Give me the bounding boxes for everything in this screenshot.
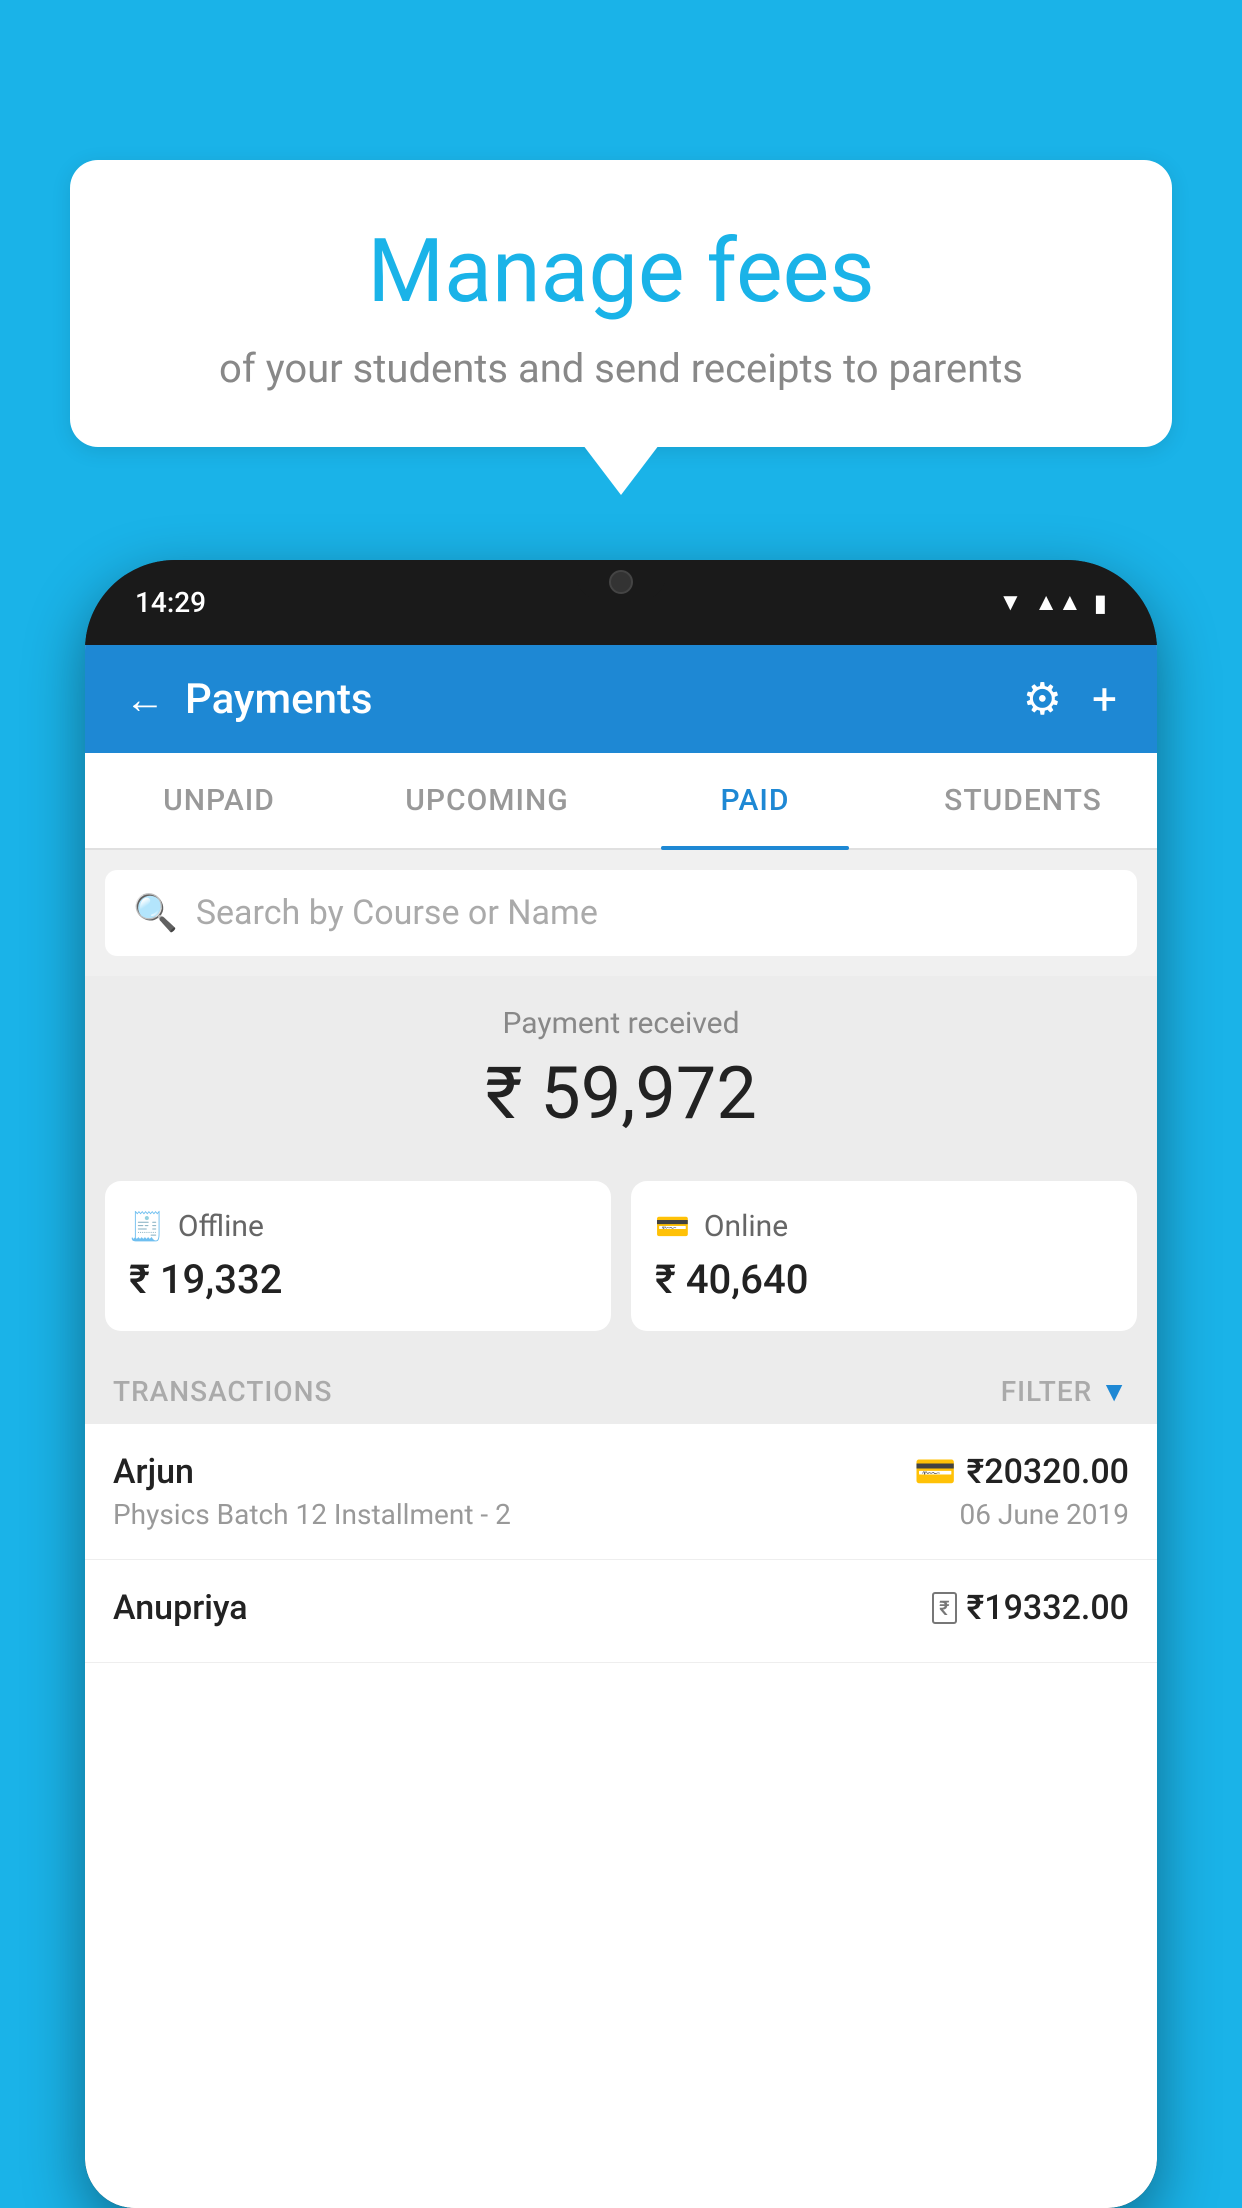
add-icon[interactable]: + bbox=[1092, 673, 1117, 725]
transactions-header: TRANSACTIONS FILTER ▼ bbox=[85, 1351, 1157, 1424]
payment-cards: 🧾 Offline ₹ 19,332 💳 Online ₹ 40,640 bbox=[85, 1161, 1157, 1351]
search-bar[interactable]: 🔍 Search by Course or Name bbox=[105, 870, 1137, 956]
back-button[interactable]: ← bbox=[125, 676, 165, 723]
app-header: ← Payments ⚙ + bbox=[85, 645, 1157, 753]
online-icon: 💳 bbox=[655, 1210, 690, 1243]
online-card-header: 💳 Online bbox=[655, 1209, 1113, 1244]
speech-bubble-title: Manage fees bbox=[120, 220, 1122, 323]
transaction-row[interactable]: Arjun 💳 ₹20320.00 Physics Batch 12 Insta… bbox=[85, 1424, 1157, 1560]
settings-icon[interactable]: ⚙ bbox=[1023, 673, 1062, 725]
wifi-icon: ▼ bbox=[999, 588, 1023, 617]
transactions-list: Arjun 💳 ₹20320.00 Physics Batch 12 Insta… bbox=[85, 1424, 1157, 2208]
offline-icon: 🧾 bbox=[129, 1210, 164, 1243]
phone-screen: ← Payments ⚙ + UNPAID UPCOMING PAID STUD… bbox=[85, 645, 1157, 2208]
transaction-name: Arjun bbox=[113, 1452, 908, 1492]
offline-amount: ₹ 19,332 bbox=[129, 1256, 587, 1303]
tab-paid[interactable]: PAID bbox=[621, 753, 889, 848]
offline-payment-card: 🧾 Offline ₹ 19,332 bbox=[105, 1181, 611, 1331]
card-payment-icon: 💳 bbox=[914, 1452, 956, 1492]
cash-payment-icon: ₹ bbox=[932, 1592, 956, 1624]
payment-total-amount: ₹ 59,972 bbox=[105, 1051, 1137, 1136]
tab-unpaid[interactable]: UNPAID bbox=[85, 753, 353, 848]
tab-students[interactable]: STUDENTS bbox=[889, 753, 1157, 848]
header-right: ⚙ + bbox=[1023, 673, 1117, 725]
transactions-label: TRANSACTIONS bbox=[113, 1375, 332, 1408]
transaction-amount: ₹ ₹19332.00 bbox=[932, 1588, 1129, 1628]
phone-mockup: 14:29 ▼ ▲▲ ▮ ← Payments ⚙ + bbox=[85, 560, 1157, 2208]
status-bar: 14:29 ▼ ▲▲ ▮ bbox=[85, 560, 1157, 645]
offline-card-header: 🧾 Offline bbox=[129, 1209, 587, 1244]
filter-button[interactable]: FILTER ▼ bbox=[1001, 1375, 1129, 1408]
offline-label: Offline bbox=[178, 1209, 264, 1244]
filter-icon: ▼ bbox=[1100, 1375, 1129, 1408]
payment-received-label: Payment received bbox=[105, 1006, 1137, 1041]
status-icons: ▼ ▲▲ ▮ bbox=[999, 588, 1108, 617]
header-left: ← Payments bbox=[125, 675, 373, 724]
transaction-row[interactable]: Anupriya ₹ ₹19332.00 bbox=[85, 1560, 1157, 1663]
speech-bubble-subtitle: of your students and send receipts to pa… bbox=[120, 345, 1122, 392]
transaction-date: 06 June 2019 bbox=[914, 1498, 1129, 1531]
online-label: Online bbox=[704, 1209, 788, 1244]
phone-notch bbox=[576, 560, 666, 600]
search-input[interactable]: Search by Course or Name bbox=[196, 893, 1109, 933]
transaction-amount: 💳 ₹20320.00 bbox=[914, 1452, 1129, 1492]
phone-frame: 14:29 ▼ ▲▲ ▮ ← Payments ⚙ + bbox=[85, 560, 1157, 2208]
online-amount: ₹ 40,640 bbox=[655, 1256, 1113, 1303]
phone-camera bbox=[609, 570, 633, 594]
online-payment-card: 💳 Online ₹ 40,640 bbox=[631, 1181, 1137, 1331]
status-time: 14:29 bbox=[135, 586, 206, 619]
tab-upcoming[interactable]: UPCOMING bbox=[353, 753, 621, 848]
transaction-detail: Physics Batch 12 Installment - 2 bbox=[113, 1498, 908, 1531]
filter-text: FILTER bbox=[1001, 1375, 1093, 1408]
signal-icon: ▲▲ bbox=[1034, 588, 1082, 617]
transaction-amount-value: ₹19332.00 bbox=[967, 1588, 1129, 1628]
speech-bubble: Manage fees of your students and send re… bbox=[70, 160, 1172, 447]
payment-summary: Payment received ₹ 59,972 bbox=[85, 976, 1157, 1161]
page-title: Payments bbox=[185, 675, 373, 724]
battery-icon: ▮ bbox=[1094, 589, 1107, 617]
search-icon: 🔍 bbox=[133, 892, 178, 934]
tabs-bar: UNPAID UPCOMING PAID STUDENTS bbox=[85, 753, 1157, 850]
transaction-amount-value: ₹20320.00 bbox=[967, 1452, 1129, 1492]
transaction-name: Anupriya bbox=[113, 1588, 926, 1628]
